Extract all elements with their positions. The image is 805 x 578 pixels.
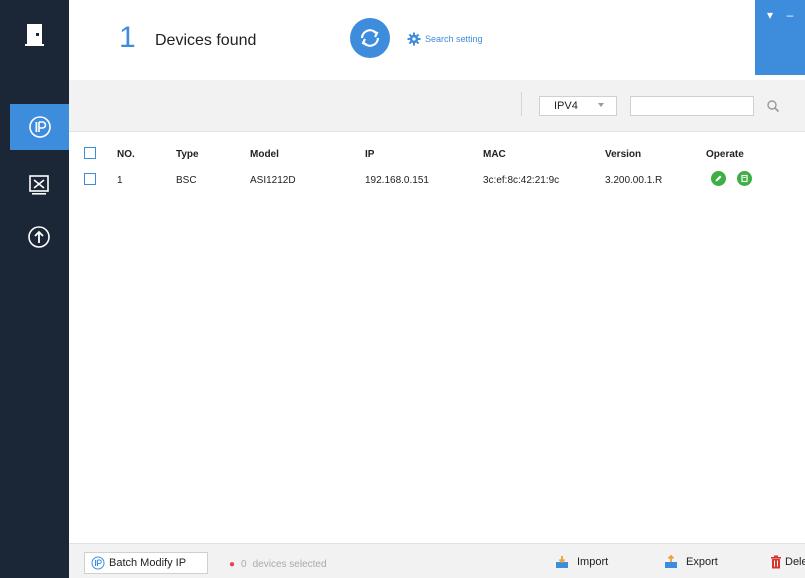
- upgrade-icon: [28, 226, 50, 248]
- cell-version: 3.200.00.1.R: [605, 175, 663, 186]
- export-button[interactable]: Export: [664, 555, 718, 569]
- export-label: Export: [686, 556, 718, 568]
- table-row[interactable]: 1 BSC ASI1212D 192.168.0.151 3c:ef:8c:42…: [69, 171, 805, 193]
- select-all-checkbox[interactable]: [84, 147, 96, 159]
- batch-modify-ip-button[interactable]: Batch Modify IP: [84, 552, 208, 574]
- ip-version-select[interactable]: IPV4: [539, 96, 617, 116]
- refresh-icon: [360, 29, 380, 47]
- row-checkbox[interactable]: [84, 173, 96, 185]
- cell-no: 1: [117, 175, 123, 186]
- import-label: Import: [577, 556, 609, 568]
- cell-type: BSC: [176, 175, 197, 186]
- device-table: NO. Type Model IP MAC Version Operate 1 …: [69, 133, 805, 543]
- web-icon: [741, 174, 748, 183]
- sidebar-item-upgrade[interactable]: [10, 214, 68, 260]
- minimize-icon[interactable]: –: [783, 9, 797, 23]
- search-button[interactable]: [763, 96, 783, 116]
- search-icon: [767, 100, 780, 113]
- devices-found-label: Devices found: [155, 32, 257, 49]
- chevron-down-icon: [598, 103, 604, 107]
- refresh-button[interactable]: [350, 18, 390, 58]
- search-input[interactable]: [630, 96, 754, 116]
- delete-button[interactable]: Dele: [770, 555, 805, 569]
- ip-icon: [91, 556, 105, 570]
- cell-model: ASI1212D: [250, 175, 296, 186]
- column-type: Type: [176, 149, 199, 160]
- export-icon: [665, 555, 677, 568]
- import-icon: [556, 556, 568, 568]
- web-button[interactable]: [737, 171, 752, 186]
- window-controls: ▾ –: [755, 0, 805, 75]
- sidebar-item-tools[interactable]: [10, 162, 68, 208]
- import-button[interactable]: Import: [555, 555, 608, 569]
- search-setting-link[interactable]: Search setting: [407, 32, 483, 46]
- tools-icon: [29, 175, 49, 195]
- delete-label: Dele: [785, 556, 805, 568]
- column-version: Version: [605, 149, 642, 160]
- trash-icon: [771, 555, 781, 569]
- cell-ip: 192.168.0.151: [365, 175, 429, 186]
- toolbar-divider: [521, 92, 522, 116]
- gear-icon: [407, 32, 421, 46]
- column-no: NO.: [117, 149, 135, 160]
- column-ip: IP: [365, 149, 375, 160]
- door-icon: [22, 22, 48, 48]
- toolbar: IPV4: [69, 80, 805, 132]
- device-count: 1: [119, 21, 136, 54]
- dropdown-icon[interactable]: ▾: [763, 9, 777, 23]
- batch-modify-ip-label: Batch Modify IP: [109, 557, 187, 569]
- edit-icon: [715, 175, 722, 182]
- footer: Batch Modify IP ● 0 devices selected Imp…: [69, 543, 805, 578]
- column-model: Model: [250, 149, 279, 160]
- status-dot-icon: ●: [229, 559, 236, 570]
- ip-icon: [28, 116, 51, 138]
- column-operate: Operate: [706, 149, 744, 160]
- search-setting-label: Search setting: [425, 34, 483, 44]
- edit-button[interactable]: [711, 171, 726, 186]
- selected-label: devices selected: [252, 559, 327, 570]
- ip-version-value: IPV4: [554, 100, 578, 112]
- selection-status: ● 0 devices selected: [229, 559, 327, 570]
- column-mac: MAC: [483, 149, 506, 160]
- table-header: NO. Type Model IP MAC Version Operate: [69, 145, 805, 167]
- sidebar-item-ip[interactable]: [10, 104, 69, 150]
- selected-count: 0: [241, 559, 247, 570]
- header: 1 Devices found Search setting ▾ –: [69, 0, 805, 80]
- sidebar: [0, 0, 69, 578]
- cell-mac: 3c:ef:8c:42:21:9c: [483, 175, 560, 186]
